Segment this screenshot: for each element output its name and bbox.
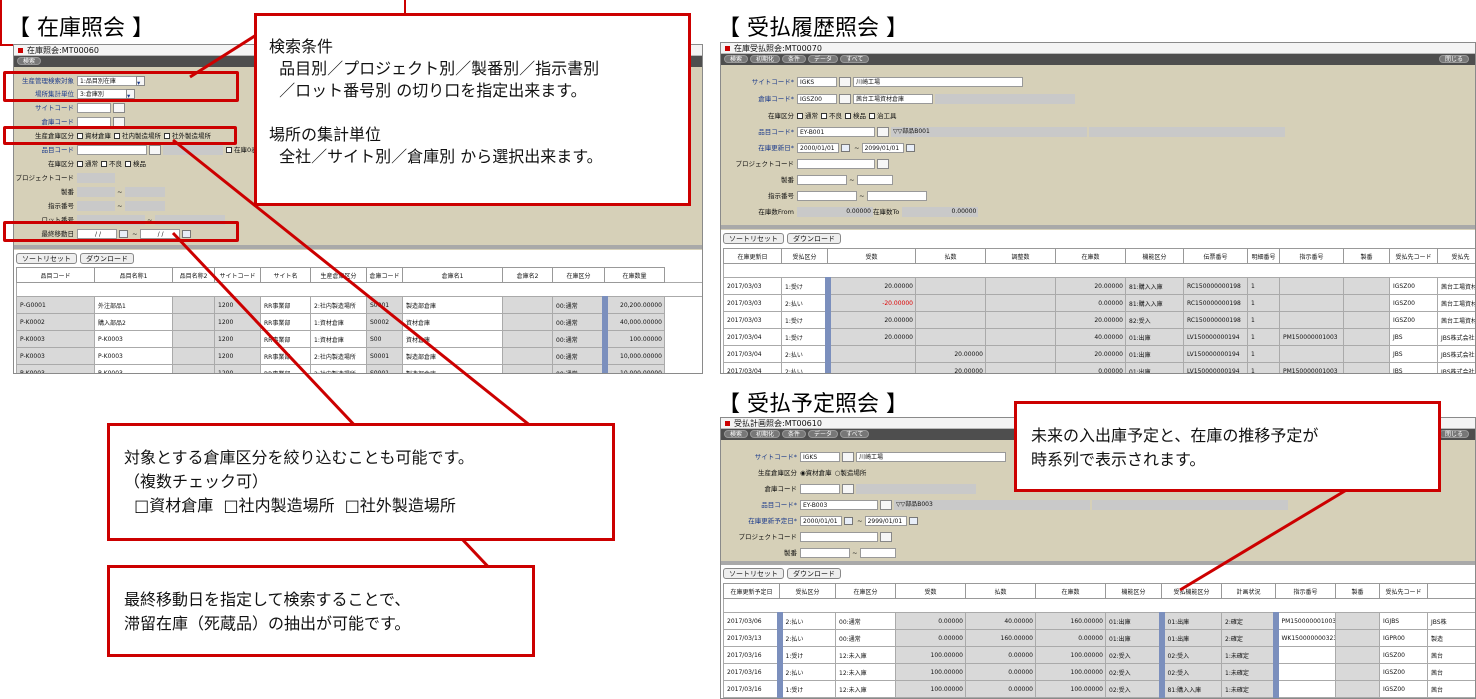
callout-search-condition: 検索条件 品目別／プロジェクト別／製番別／指示書別 ／ロット番号別 の切り口を指…	[254, 13, 691, 206]
callout-last-move: 最終移動日を指定して検索することで、 滞留在庫（死蔵品）の抽出が可能です。	[107, 565, 535, 657]
callout-future-plan: 未来の入出庫予定と、在庫の推移予定が 時系列で表示されます。	[1014, 401, 1441, 492]
callout-warehouse-kind: 対象とする倉庫区分を絞り込むことも可能です。 （複数チェック可） □資材倉庫 □…	[107, 423, 615, 541]
